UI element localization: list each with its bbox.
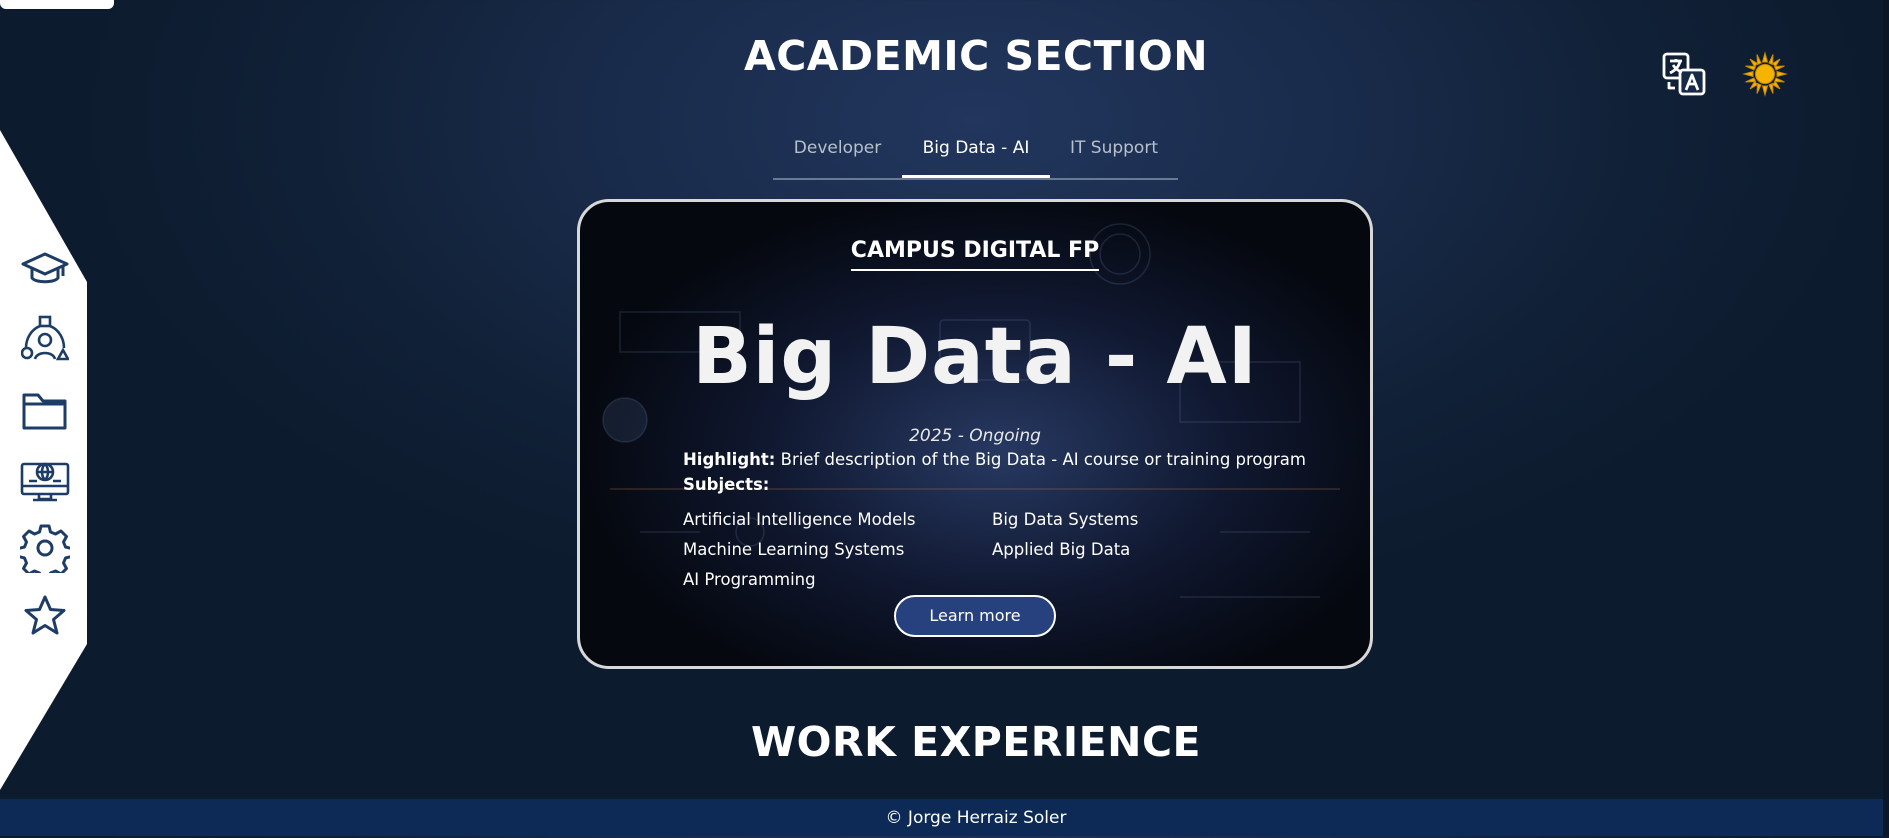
folder-icon (22, 393, 67, 430)
computer-globe-icon (20, 462, 70, 502)
sidebar-item-skills[interactable] (19, 314, 71, 364)
footer: © Jorge Herraiz Soler (0, 799, 1889, 836)
sidebar-item-academic[interactable] (19, 245, 71, 295)
sidebar-nav (0, 0, 88, 800)
highlight-text: Brief description of the Big Data - AI c… (775, 450, 1306, 469)
section-title-work: WORK EXPERIENCE (750, 718, 1202, 766)
tab-big-data-ai[interactable]: Big Data - AI (902, 130, 1050, 178)
institution-name: CAMPUS DIGITAL FP (580, 238, 1370, 271)
course-highlight: Highlight: Brief description of the Big … (683, 450, 1306, 469)
footer-copyright: © Jorge Herraiz Soler (885, 808, 1067, 828)
gear-icon (20, 524, 70, 573)
tab-it-support[interactable]: IT Support (1050, 130, 1178, 178)
subject-item: Big Data Systems (992, 510, 1139, 529)
course-title: Big Data - AI (692, 312, 1258, 402)
sidebar-item-projects[interactable] (19, 385, 71, 435)
translate-button[interactable] (1658, 48, 1710, 100)
tab-bar: Developer Big Data - AI IT Support (773, 130, 1178, 180)
subject-item: Machine Learning Systems (683, 540, 905, 559)
institution-name-text: CAMPUS DIGITAL FP (850, 238, 1100, 271)
sidebar-item-favorites[interactable] (19, 590, 71, 640)
translate-icon (1662, 52, 1706, 96)
sidebar-item-settings[interactable] (19, 523, 71, 573)
section-title-academic: ACADEMIC SECTION (743, 32, 1209, 80)
subject-item: Applied Big Data (992, 540, 1131, 559)
learn-more-button[interactable]: Learn more (894, 595, 1056, 637)
theme-toggle-button[interactable] (1739, 48, 1791, 100)
subjects-label: Subjects: (683, 475, 770, 494)
scrollbar[interactable] (1883, 0, 1889, 836)
sidebar-item-web[interactable] (19, 455, 71, 505)
course-date: 2025 - Ongoing (909, 426, 1041, 446)
highlight-label: Highlight: (683, 450, 776, 469)
graduation-cap-icon (21, 252, 69, 284)
star-icon (24, 595, 66, 635)
course-card: CAMPUS DIGITAL FP Big Data - AI 2025 - O… (577, 199, 1373, 669)
network-people-icon (21, 315, 69, 361)
subject-item: AI Programming (683, 570, 816, 589)
sun-icon (1742, 51, 1788, 97)
tab-developer[interactable]: Developer (773, 130, 902, 178)
subject-item: Artificial Intelligence Models (683, 510, 916, 529)
